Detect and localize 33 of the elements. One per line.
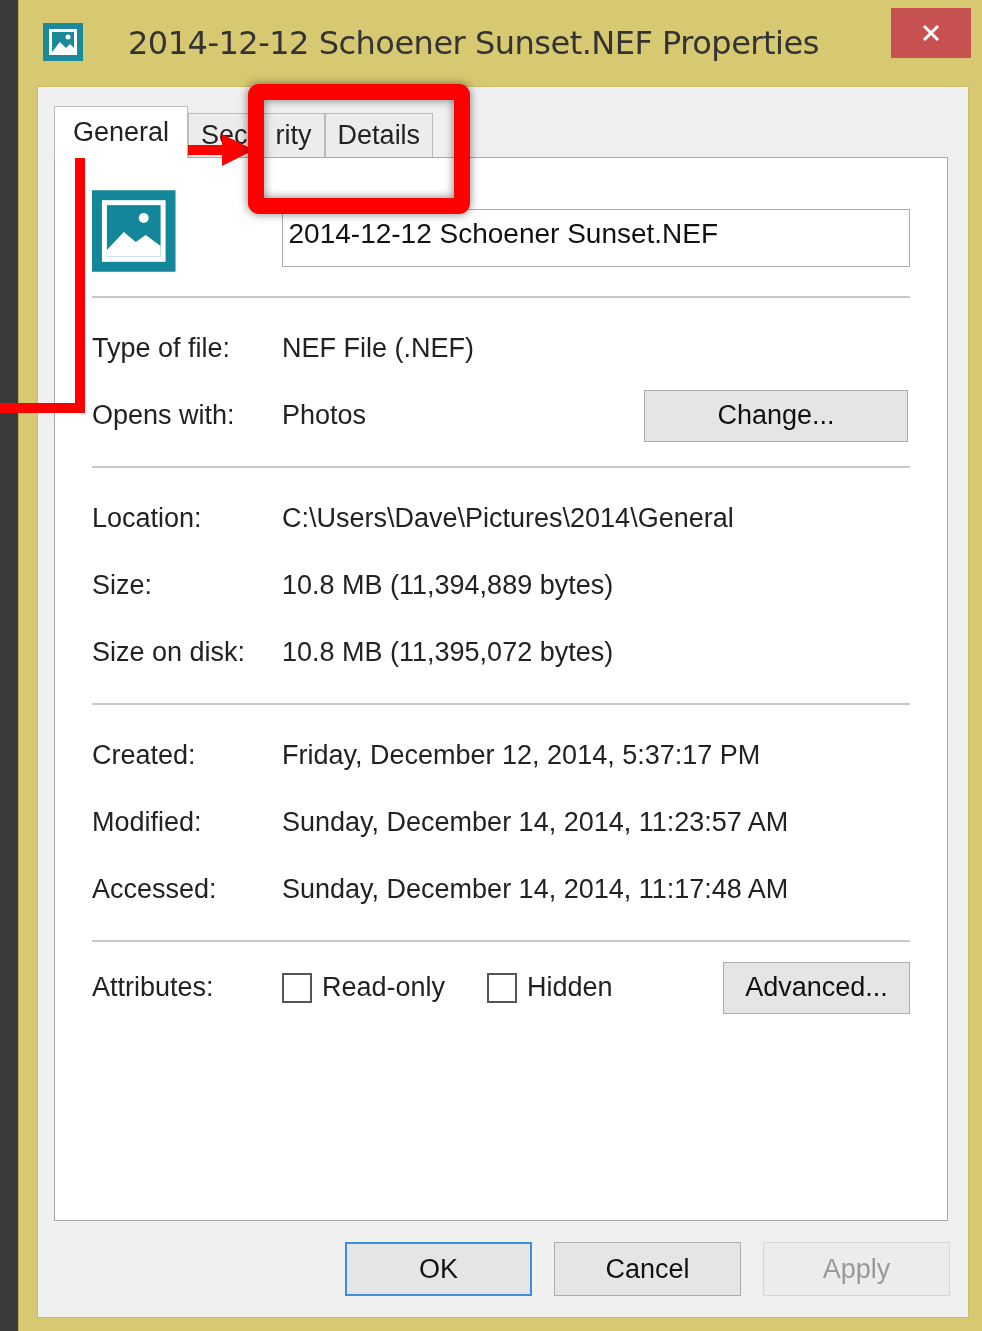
property-label: Size: [92, 570, 154, 601]
picture-icon [92, 190, 176, 272]
property-value: C:\Users\Dave\Pictures\2014\General [282, 503, 734, 534]
dialog-button[interactable]: OK [345, 1242, 532, 1296]
picture-icon [42, 22, 84, 62]
close-icon [921, 23, 941, 43]
tab[interactable]: Details [324, 113, 434, 157]
close-button[interactable] [891, 8, 971, 58]
property-label: Size on disk: [92, 637, 247, 668]
checkbox[interactable] [487, 972, 518, 1003]
property-value: 10.8 MB (11,394,889 bytes) [282, 570, 614, 601]
dialog-button[interactable]: Cancel [554, 1242, 741, 1296]
property-value: Photos [282, 400, 367, 431]
property-label: Location: [92, 503, 203, 534]
file-name-field[interactable]: 2014-12-12 Schoener Sunset.NEF [281, 209, 910, 267]
property-value: 10.8 MB (11,395,072 bytes) [282, 637, 614, 668]
property-label: Attributes: [92, 972, 215, 1003]
property-value: Sunday, December 14, 2014, 11:23:57 AM [282, 807, 789, 838]
checkbox[interactable] [282, 972, 312, 1003]
property-value: Friday, December 12, 2014, 5:37:17 PM [282, 740, 761, 771]
property-value: Sunday, December 14, 2014, 11:17:48 AM [282, 874, 789, 905]
property-label: Created: [92, 740, 197, 771]
checkbox-label: Hidden [527, 972, 613, 1003]
property-label: Accessed: [92, 874, 218, 905]
window-title: 2014-12-12 Schoener Sunset.NEF Properties [128, 24, 819, 62]
tab[interactable]: General [54, 106, 189, 158]
property-label: Modified: [92, 807, 203, 838]
property-label: Type of file: [92, 333, 232, 364]
property-label: Opens with: [92, 400, 236, 431]
change-button[interactable]: Change... [644, 389, 908, 442]
advanced-button[interactable]: Advanced... [723, 961, 910, 1014]
checkbox-label: Read-only [322, 972, 446, 1003]
property-value: NEF File (.NEF) [282, 333, 474, 364]
